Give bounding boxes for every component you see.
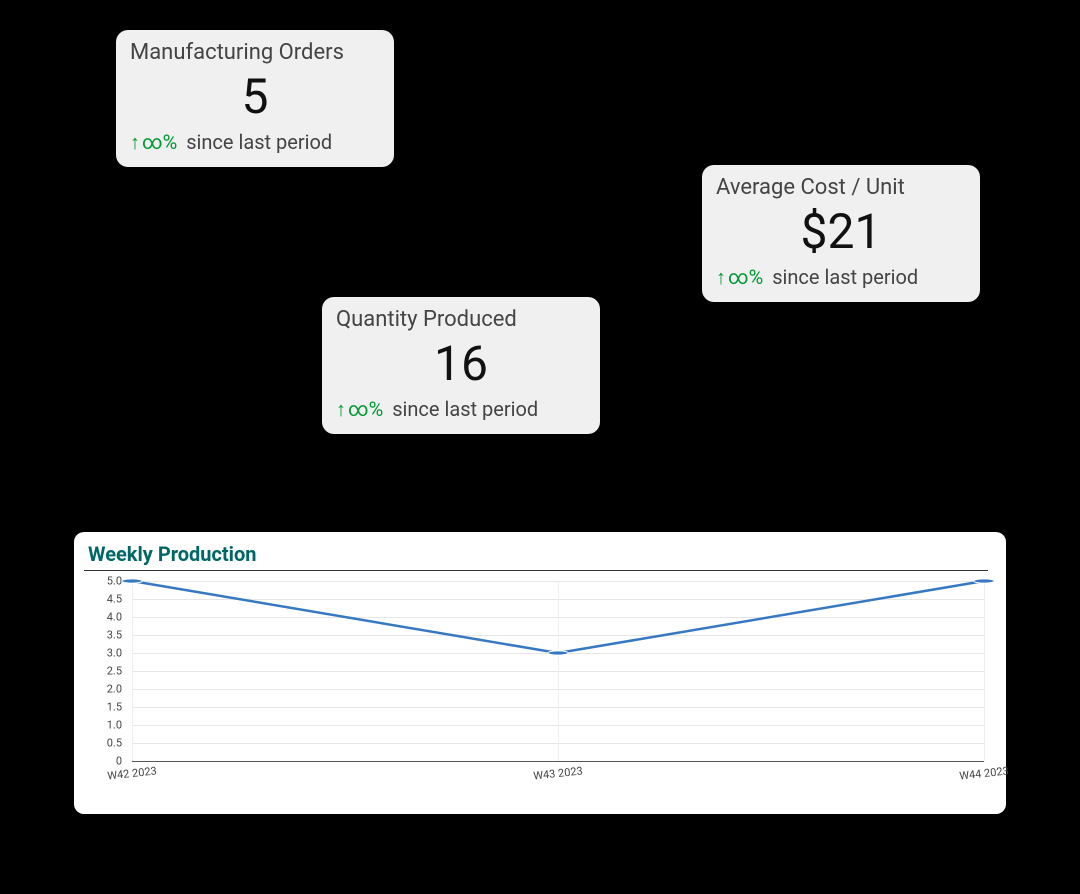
plot-region	[132, 581, 984, 761]
kpi-card-manufacturing-orders: Manufacturing Orders 5 ↑∞% since last pe…	[116, 30, 394, 167]
y-tick: 2.5	[107, 665, 122, 678]
y-tick: 5.0	[107, 575, 122, 588]
kpi-delta: ↑∞% since last period	[716, 265, 966, 290]
x-tick: W43 2023	[533, 764, 584, 782]
arrow-up-icon: ↑	[336, 397, 346, 421]
y-tick: 1.0	[107, 719, 122, 732]
divider	[84, 570, 988, 571]
kpi-card-quantity-produced: Quantity Produced 16 ↑∞% since last peri…	[322, 297, 600, 434]
chart-plot-area: 0 0.5 1.0 1.5 2.0 2.5 3.0 3.5 4.0 4.5 5.…	[84, 581, 988, 791]
y-tick: 4.0	[107, 611, 122, 624]
x-tick: W44 2023	[959, 764, 1010, 782]
kpi-value: $21	[716, 206, 966, 259]
kpi-value: 5	[130, 71, 380, 124]
kpi-delta-pct: ∞%	[348, 397, 383, 421]
y-tick: 0.5	[107, 737, 122, 750]
kpi-delta-since: since last period	[772, 265, 918, 289]
kpi-delta-since: since last period	[186, 130, 332, 154]
chart-title: Weekly Production	[88, 542, 988, 566]
kpi-title: Quantity Produced	[336, 307, 586, 332]
x-axis-line	[132, 761, 984, 762]
y-tick: 0	[116, 755, 122, 768]
x-tick: W42 2023	[107, 764, 158, 782]
y-axis: 0 0.5 1.0 1.5 2.0 2.5 3.0 3.5 4.0 4.5 5.…	[84, 581, 126, 761]
y-tick: 1.5	[107, 701, 122, 714]
kpi-card-avg-cost-unit: Average Cost / Unit $21 ↑∞% since last p…	[702, 165, 980, 302]
kpi-delta: ↑∞% since last period	[336, 397, 586, 422]
line-series	[132, 581, 984, 761]
y-tick: 4.5	[107, 593, 122, 606]
arrow-up-icon: ↑	[716, 265, 726, 289]
kpi-delta: ↑∞% since last period	[130, 130, 380, 155]
kpi-value: 16	[336, 338, 586, 391]
kpi-delta-since: since last period	[392, 397, 538, 421]
y-tick: 3.0	[107, 647, 122, 660]
x-axis: W42 2023 W43 2023 W44 2023	[132, 763, 984, 791]
y-tick: 2.0	[107, 683, 122, 696]
gridline	[984, 581, 985, 761]
kpi-title: Average Cost / Unit	[716, 175, 966, 200]
kpi-title: Manufacturing Orders	[130, 40, 380, 65]
arrow-up-icon: ↑	[130, 130, 140, 154]
y-tick: 3.5	[107, 629, 122, 642]
kpi-delta-pct: ∞%	[142, 130, 177, 154]
kpi-delta-pct: ∞%	[728, 265, 763, 289]
chart-weekly-production: Weekly Production 0 0.5 1.0 1.5 2.0 2.5 …	[74, 532, 1006, 814]
